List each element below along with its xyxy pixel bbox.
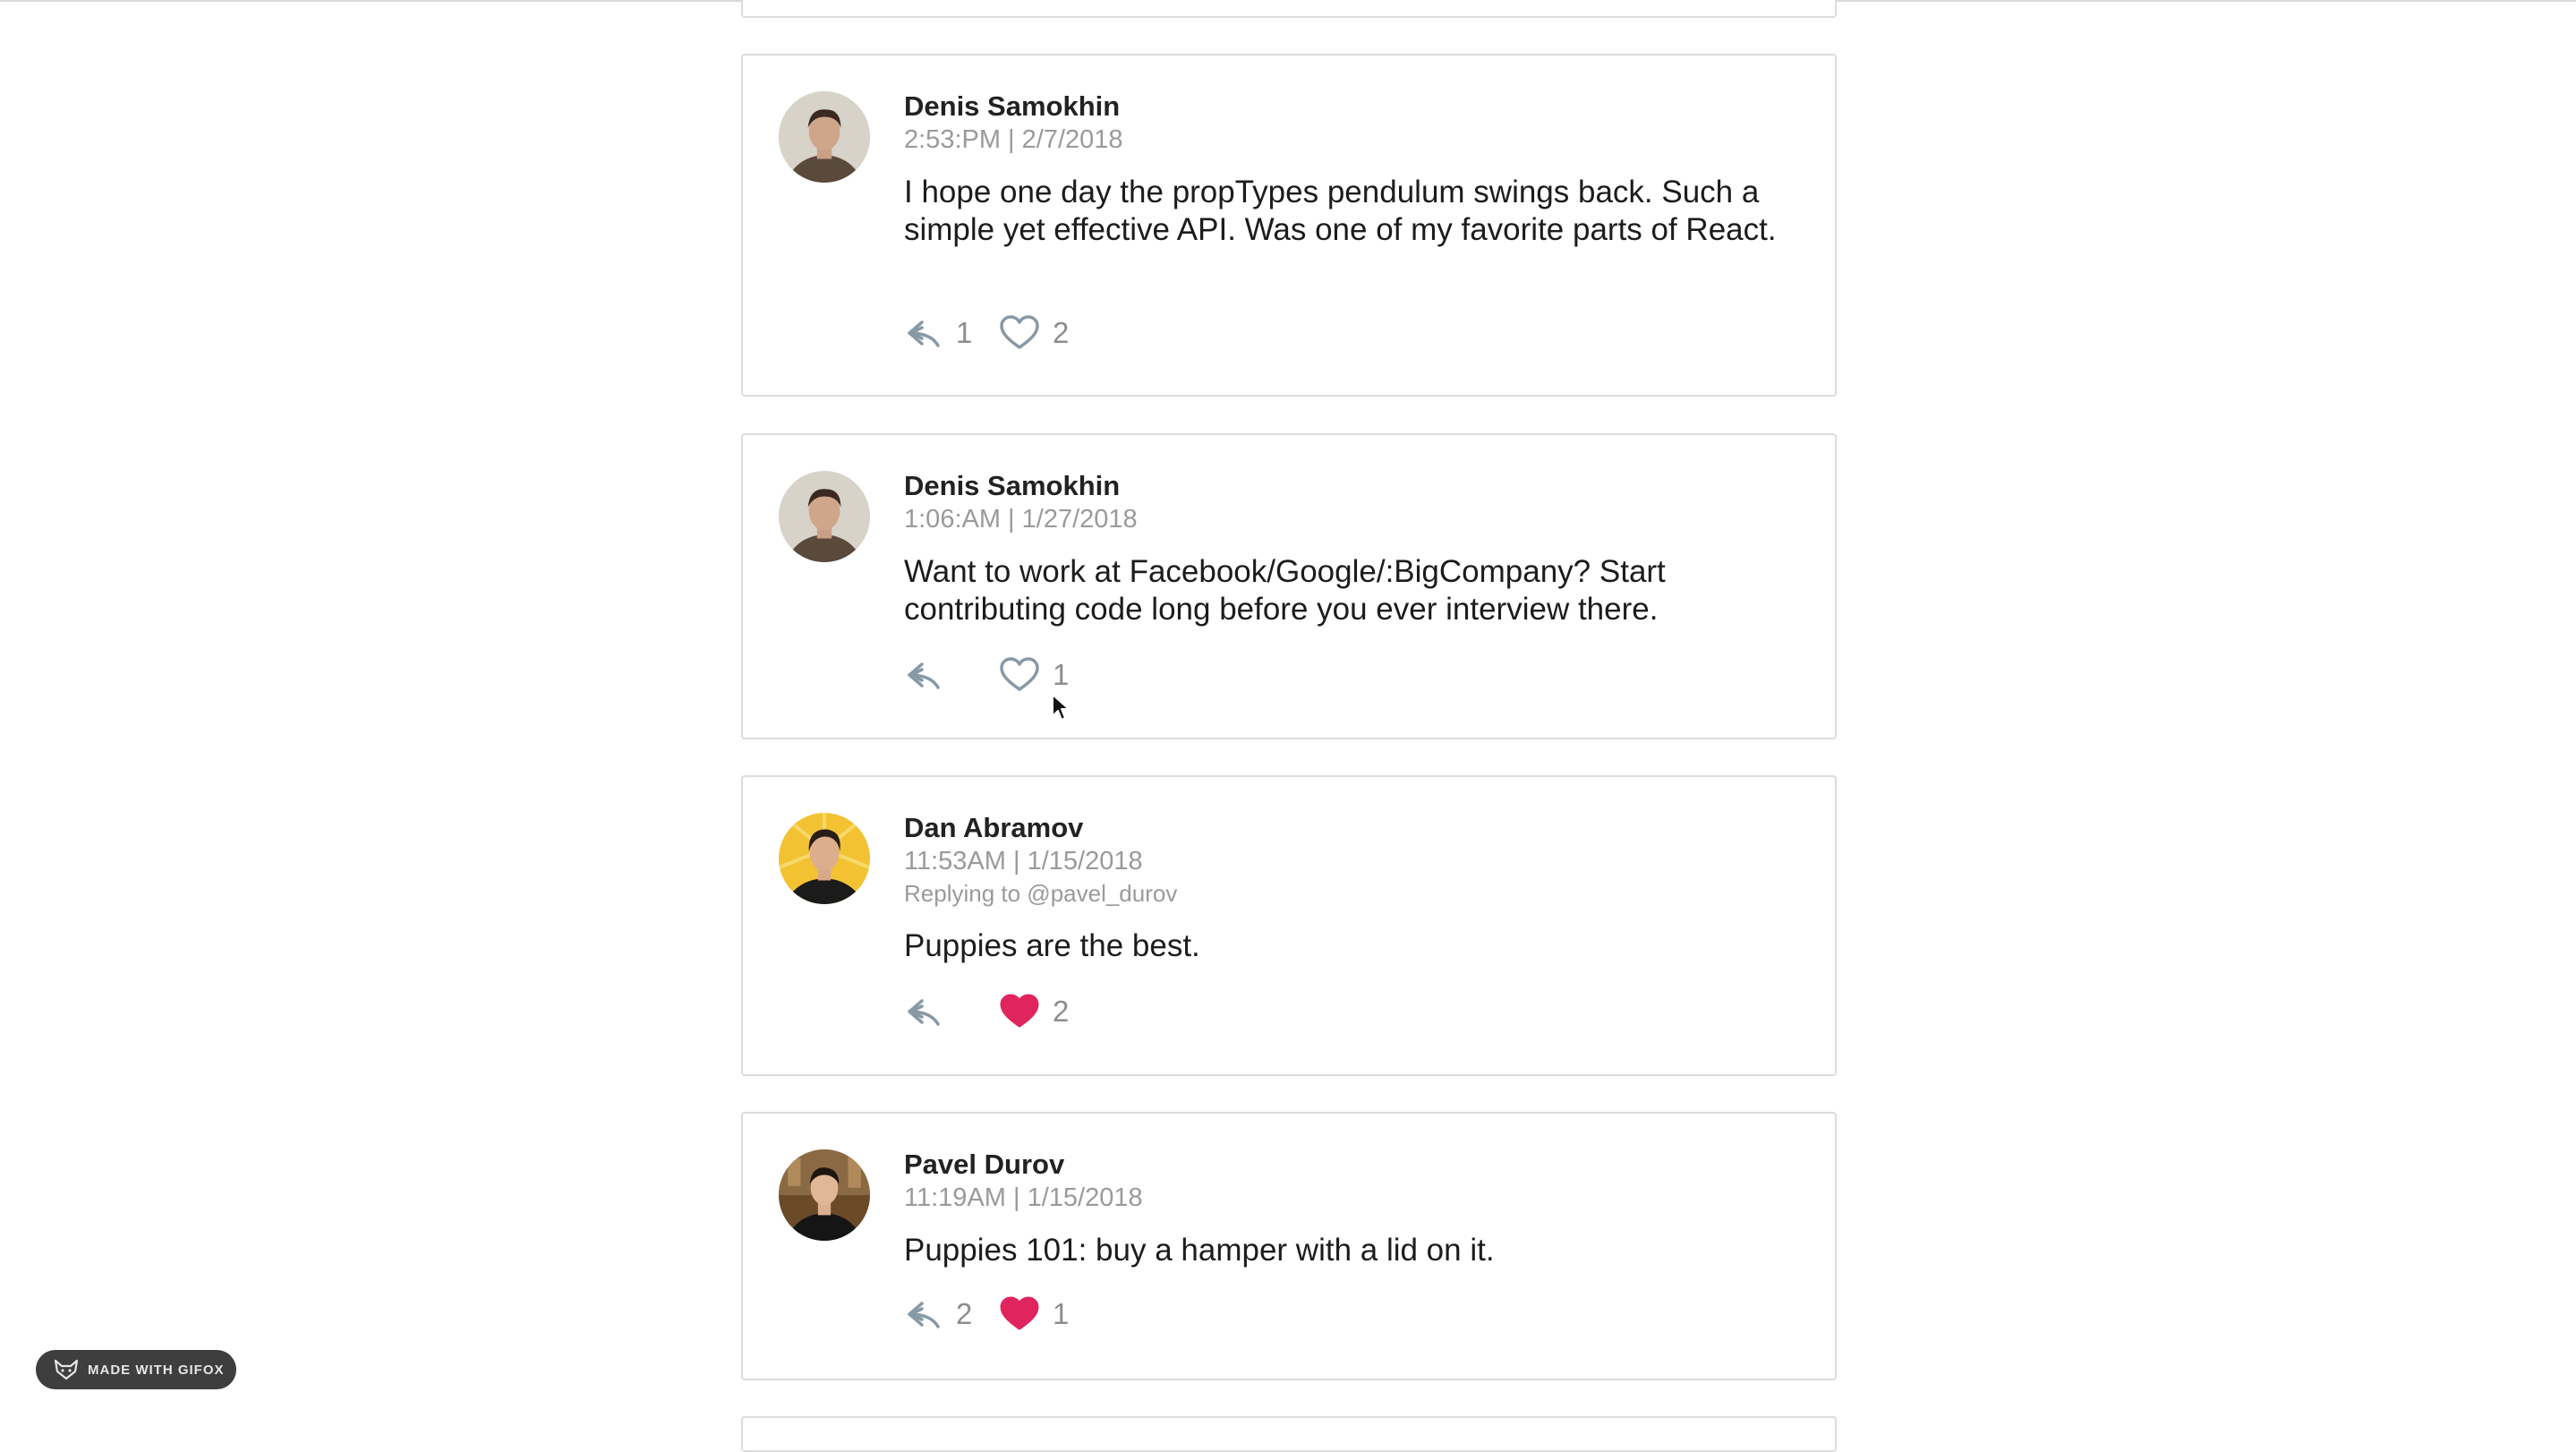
tweet-timestamp: 2:53:PM | 2/7/2018 — [904, 125, 1123, 154]
tweet-card: Denis Samokhin 2:53:PM | 2/7/2018 I hope… — [741, 54, 1837, 397]
gifox-watermark: MADE WITH GIFOX — [36, 1350, 236, 1389]
like-button[interactable]: 1 — [999, 1296, 1070, 1332]
tweet-actions: 2 — [904, 985, 1096, 1038]
reply-count: 2 — [956, 1297, 973, 1330]
like-count: 1 — [1053, 1297, 1070, 1330]
tweet-text: Want to work at Facebook/Google/:BigComp… — [904, 554, 1666, 627]
mouse-cursor-icon — [1051, 693, 1070, 726]
avatar-dan — [779, 813, 870, 904]
user-avatar[interactable] — [779, 91, 870, 183]
reply-button[interactable]: 1 — [904, 315, 974, 351]
tweet-card: Denis Samokhin 1:06:AM | 1/27/2018 Want … — [741, 433, 1837, 739]
tweet-text: Puppies are the best. — [904, 928, 1200, 963]
like-count: 2 — [1053, 995, 1070, 1028]
avatar-pavel — [779, 1149, 870, 1241]
reply-button[interactable] — [904, 657, 974, 693]
replying-to-label[interactable]: Replying to @pavel_durov — [904, 877, 1790, 910]
like-count: 2 — [1053, 316, 1070, 349]
tweet-text: I hope one day the propTypes pendulum sw… — [904, 175, 1777, 247]
like-button[interactable]: 2 — [999, 994, 1070, 1029]
tweet-card: Dan Abramov 11:53AM | 1/15/2018 Replying… — [741, 775, 1837, 1076]
tweet-actions: 1 2 — [904, 306, 1096, 360]
like-count: 1 — [1053, 658, 1070, 691]
user-avatar[interactable] — [779, 1149, 870, 1241]
fox-logo-icon — [54, 1359, 79, 1380]
heart-filled-icon — [1000, 994, 1039, 1028]
tweet-author[interactable]: Dan Abramov — [904, 811, 1790, 845]
heart-icon — [1000, 657, 1039, 691]
reply-button[interactable] — [904, 994, 974, 1029]
tweet-actions: 2 1 — [904, 1287, 1096, 1341]
reply-arrow-icon — [908, 1302, 940, 1328]
reply-count: 1 — [956, 316, 973, 349]
like-button[interactable]: 1 — [999, 657, 1070, 693]
tweet-author[interactable]: Denis Samokhin — [904, 469, 1790, 503]
avatar-denis — [779, 471, 870, 562]
tweet-timestamp: 11:19AM | 1/15/2018 — [904, 1183, 1143, 1212]
tweet-timestamp: 1:06:AM | 1/27/2018 — [904, 505, 1138, 534]
heart-icon — [1000, 315, 1039, 349]
heart-filled-icon — [1000, 1296, 1039, 1330]
reply-arrow-icon — [908, 320, 940, 347]
tweet-card: Pavel Durov 11:19AM | 1/15/2018 Puppies … — [741, 1112, 1837, 1380]
tweet-card-partial-top — [741, 0, 1837, 18]
tweet-text: Puppies 101: buy a hamper with a lid on … — [904, 1233, 1495, 1268]
tweet-timestamp: 11:53AM | 1/15/2018 — [904, 847, 1143, 875]
reply-button[interactable]: 2 — [904, 1296, 974, 1332]
tweet-card-partial-bottom — [741, 1416, 1837, 1452]
user-avatar[interactable] — [779, 471, 870, 562]
reply-arrow-icon — [908, 662, 940, 689]
user-avatar[interactable] — [779, 813, 870, 904]
like-button[interactable]: 2 — [999, 315, 1070, 351]
avatar-denis — [779, 91, 870, 183]
tweet-author[interactable]: Denis Samokhin — [904, 90, 1790, 124]
tweet-author[interactable]: Pavel Durov — [904, 1148, 1790, 1182]
reply-arrow-icon — [908, 999, 940, 1026]
gifox-label: MADE WITH GIFOX — [88, 1362, 225, 1378]
